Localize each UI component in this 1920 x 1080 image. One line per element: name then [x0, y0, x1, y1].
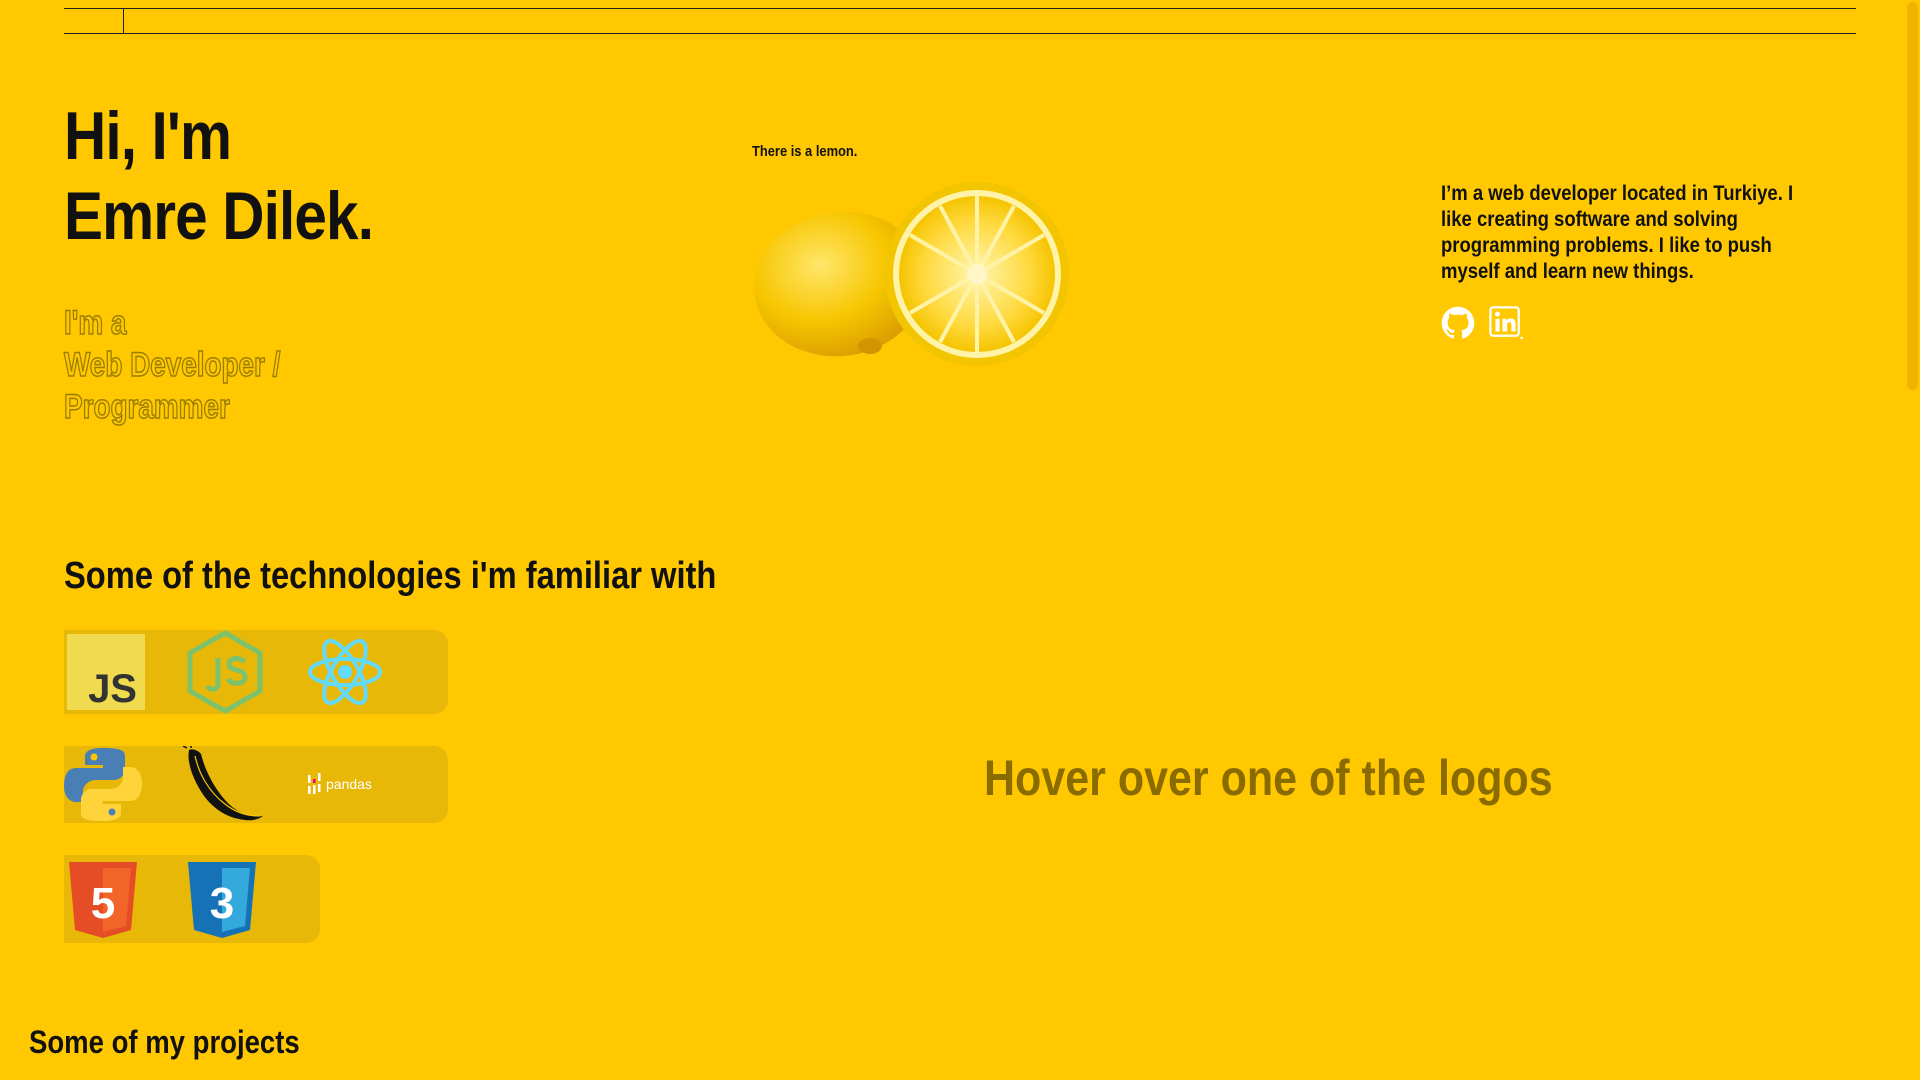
css3-logo[interactable]: 3 — [186, 860, 258, 940]
role-line-1: I'm a — [63, 303, 127, 343]
hero-greeting: Hi, I'm — [64, 98, 232, 174]
github-icon[interactable] — [1441, 306, 1475, 340]
css3-logo-label: 3 — [210, 879, 234, 928]
social-links — [1441, 306, 1523, 340]
nav-divider — [123, 9, 124, 33]
pandas-logo[interactable]: pandas — [304, 769, 394, 799]
html5-logo-label: 5 — [91, 879, 115, 928]
nodejs-logo[interactable] — [186, 630, 264, 714]
scrollbar-thumb[interactable] — [1907, 2, 1918, 390]
top-navigation-bar — [64, 8, 1856, 34]
flask-logo[interactable] — [181, 746, 265, 823]
role-subtitle: I'm a Web Developer / Programmer — [63, 302, 281, 428]
javascript-logo[interactable]: JS — [67, 634, 145, 710]
hover-hint: Hover over one of the logos — [984, 750, 1553, 806]
html5-logo[interactable]: 5 — [67, 860, 139, 940]
linkedin-icon[interactable] — [1489, 306, 1523, 340]
python-logo[interactable] — [64, 746, 142, 823]
about-text: I’m a web developer located in Turkiye. … — [1441, 181, 1794, 283]
logo-row-javascript: JS — [64, 630, 448, 714]
page: Hi, I'm Emre Dilek. I'm a Web Developer … — [0, 0, 1920, 1080]
hero-title: Hi, I'm Emre Dilek. — [64, 96, 374, 256]
logo-row-html: 5 3 — [64, 855, 320, 943]
role-line-2: Web Developer / — [63, 345, 281, 385]
hero-name: Emre Dilek. — [64, 178, 374, 254]
role-line-3: Programmer — [63, 387, 230, 427]
technologies-heading: Some of the technologies i'm familiar wi… — [64, 555, 717, 597]
pandas-logo-label: pandas — [326, 776, 372, 792]
logo-row-python: pandas — [64, 746, 448, 823]
lemon-illustration — [754, 182, 1069, 366]
lemon-caption: There is a lemon. — [752, 143, 858, 160]
react-logo[interactable] — [306, 634, 384, 710]
page-scrollbar[interactable] — [1905, 0, 1920, 1080]
projects-heading: Some of my projects — [29, 1024, 300, 1060]
javascript-logo-label: JS — [88, 667, 137, 710]
